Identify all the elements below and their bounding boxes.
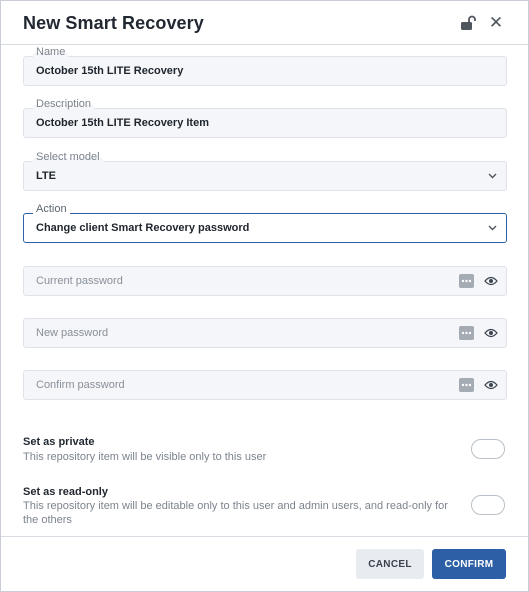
new-password-placeholder: New password (36, 327, 109, 339)
password-generator-icon[interactable] (459, 326, 474, 340)
chevron-down-icon (488, 173, 497, 179)
action-select[interactable]: Action Change client Smart Recovery pass… (23, 203, 507, 243)
unlock-icon[interactable] (459, 14, 477, 32)
name-field[interactable]: Name October 15th LITE Recovery (23, 46, 507, 86)
chevron-down-icon (488, 225, 497, 231)
private-toggle[interactable] (471, 439, 505, 459)
confirm-password-field[interactable]: Confirm password (23, 370, 507, 400)
model-label: Select model (33, 151, 103, 164)
confirm-password-placeholder: Confirm password (36, 379, 125, 391)
confirm-button[interactable]: CONFIRM (432, 549, 506, 579)
private-toggle-title: Set as private (23, 436, 95, 448)
cancel-button[interactable]: CANCEL (356, 549, 424, 579)
model-select[interactable]: Select model LTE (23, 151, 507, 191)
eye-icon[interactable] (484, 379, 498, 391)
current-password-placeholder: Current password (36, 275, 123, 287)
model-value: LTE (36, 170, 56, 182)
eye-icon[interactable] (484, 275, 498, 287)
readonly-toggle-title: Set as read-only (23, 486, 108, 498)
current-password-field[interactable]: Current password (23, 266, 507, 296)
description-field[interactable]: Description October 15th LITE Recovery I… (23, 98, 507, 138)
name-value: October 15th LITE Recovery (36, 65, 184, 77)
password-generator-icon[interactable] (459, 378, 474, 392)
dialog-title: New Smart Recovery (23, 13, 204, 33)
password-generator-icon[interactable] (459, 274, 474, 288)
footer-divider (1, 536, 528, 537)
dialog-header: New Smart Recovery ✕ (1, 1, 528, 45)
new-smart-recovery-dialog: New Smart Recovery ✕ Name October 15th L… (0, 0, 529, 592)
readonly-toggle[interactable] (471, 495, 505, 515)
description-label: Description (33, 98, 95, 111)
action-value: Change client Smart Recovery password (36, 222, 250, 234)
eye-icon[interactable] (484, 327, 498, 339)
action-label: Action (33, 203, 70, 216)
new-password-field[interactable]: New password (23, 318, 507, 348)
description-value: October 15th LITE Recovery Item (36, 117, 209, 129)
name-label: Name (33, 46, 69, 59)
close-icon[interactable]: ✕ (487, 14, 505, 32)
readonly-toggle-description: This repository item will be editable on… (23, 500, 448, 526)
private-toggle-description: This repository item will be visible onl… (23, 451, 267, 463)
